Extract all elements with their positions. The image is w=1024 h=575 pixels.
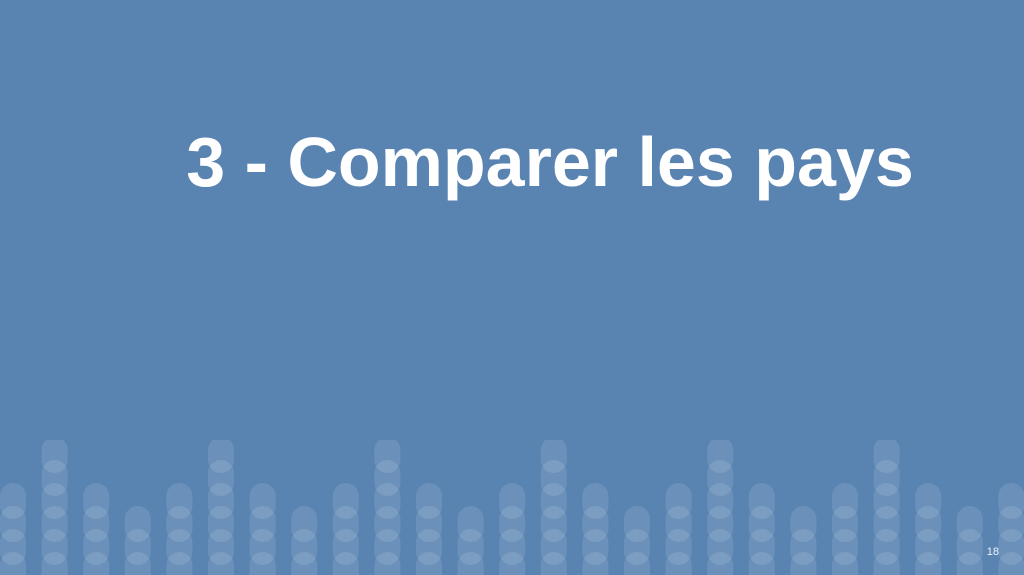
decorative-bar-segment <box>124 506 151 542</box>
decorative-bar-segment <box>582 483 609 519</box>
decorative-bar-segment <box>624 506 650 542</box>
decorative-bars-graphic <box>0 440 1024 575</box>
decorative-bar-segment <box>540 440 567 473</box>
decorative-bar-segment <box>832 483 858 519</box>
decorative-bar-segment <box>915 483 942 519</box>
page-number: 18 <box>986 546 999 558</box>
decorative-bar-segment <box>332 483 359 519</box>
decorative-bar-segment <box>873 440 900 473</box>
decorative-bar-segment <box>83 483 110 519</box>
decorative-bar-segment <box>249 483 276 519</box>
decorative-bar-segment <box>499 483 526 519</box>
decorative-bar-segment <box>374 440 401 473</box>
decorative-bar-segment <box>291 506 318 542</box>
decorative-bar-segment <box>208 440 234 473</box>
decorative-bars <box>0 440 1024 575</box>
decorative-bar-segment <box>998 483 1024 519</box>
decorative-bar-segment <box>707 440 734 473</box>
decorative-bar-segment <box>0 483 26 519</box>
decorative-bar-segment <box>665 483 692 519</box>
slide-title: 3 - Comparer les pays <box>186 123 914 201</box>
decorative-bar-segment <box>416 483 442 519</box>
decorative-bar-segment <box>790 506 817 542</box>
decorative-bar-segment <box>956 506 983 542</box>
decorative-bar-segment <box>41 440 68 473</box>
decorative-bar-segment <box>166 483 193 519</box>
decorative-bar-segment <box>748 483 775 519</box>
decorative-bar-segment <box>457 506 484 542</box>
slide: 3 - Comparer les pays 18 <box>0 0 1024 575</box>
